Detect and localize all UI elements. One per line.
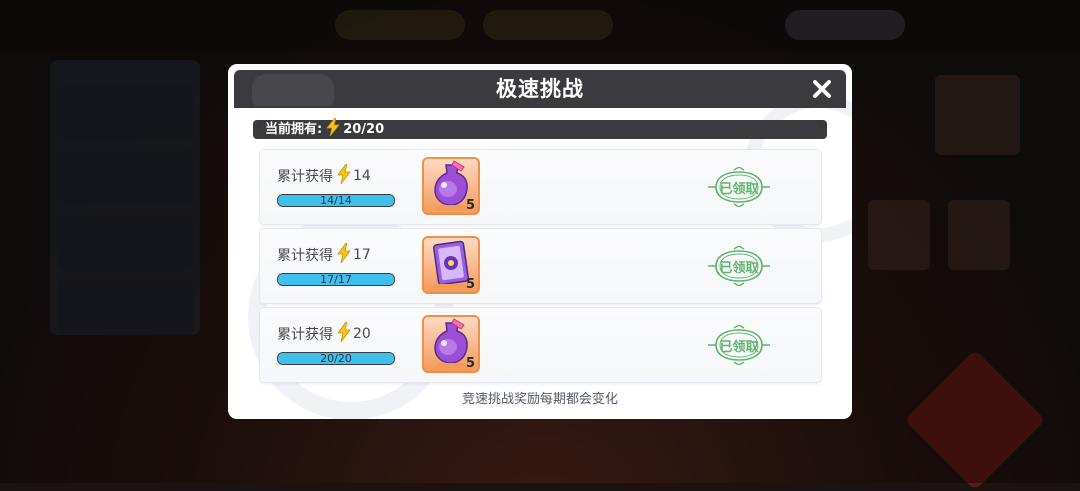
lightning-icon bbox=[326, 117, 341, 142]
lightning-icon bbox=[337, 321, 351, 346]
reward-row-3: 累计获得 20 20/20 5 已领取 bbox=[260, 308, 821, 382]
close-button[interactable] bbox=[808, 75, 836, 103]
lightning-icon bbox=[337, 242, 351, 267]
reward-item[interactable]: 5 bbox=[422, 157, 480, 215]
item-count: 5 bbox=[465, 198, 475, 213]
claimed-text: 已领取 bbox=[719, 182, 759, 197]
requirement-label: 累计获得 bbox=[277, 169, 333, 185]
requirement: 累计获得 14 bbox=[277, 163, 371, 188]
reward-item[interactable]: 5 bbox=[422, 236, 480, 294]
requirement-value: 14 bbox=[353, 168, 371, 184]
claimed-status-button[interactable]: 已领取 bbox=[706, 324, 772, 366]
owned-label: 当前拥有: bbox=[265, 122, 323, 137]
progress-text: 17/17 bbox=[320, 273, 352, 286]
claimed-status-button[interactable]: 已领取 bbox=[706, 245, 772, 287]
requirement-value: 17 bbox=[353, 247, 371, 263]
claimed-text: 已领取 bbox=[719, 340, 759, 355]
requirement-value: 20 bbox=[353, 326, 371, 342]
requirement: 累计获得 20 bbox=[277, 321, 371, 346]
progress-text: 20/20 bbox=[320, 352, 352, 365]
lightning-icon bbox=[337, 163, 351, 188]
claimed-text: 已领取 bbox=[719, 261, 759, 276]
progress-text: 14/14 bbox=[320, 194, 352, 207]
claimed-status-button[interactable]: 已领取 bbox=[706, 166, 772, 208]
item-count: 5 bbox=[465, 277, 475, 292]
modal-header: 极速挑战 bbox=[234, 70, 846, 108]
reward-item[interactable]: 5 bbox=[422, 315, 480, 373]
footer-note: 竞速挑战奖励每期都会变化 bbox=[461, 392, 618, 407]
requirement: 累计获得 17 bbox=[277, 242, 371, 267]
progress-bar: 14/14 bbox=[277, 194, 395, 207]
reward-row-2: 累计获得 17 17/17 5 已领取 bbox=[260, 229, 821, 303]
close-icon bbox=[813, 80, 831, 98]
owned-bar: 当前拥有: 20/20 bbox=[253, 117, 827, 142]
speed-challenge-modal: 极速挑战 当前拥有: 20/20 累计获得 14 14/14 5 已领取 累计获… bbox=[228, 64, 852, 419]
requirement-label: 累计获得 bbox=[277, 248, 333, 264]
requirement-label: 累计获得 bbox=[277, 327, 333, 343]
item-count: 5 bbox=[465, 356, 475, 371]
reward-row-1: 累计获得 14 14/14 5 已领取 bbox=[260, 150, 821, 224]
modal-title: 极速挑战 bbox=[496, 77, 584, 101]
progress-bar: 20/20 bbox=[277, 352, 395, 365]
progress-bar: 17/17 bbox=[277, 273, 395, 286]
owned-value: 20/20 bbox=[343, 122, 385, 137]
